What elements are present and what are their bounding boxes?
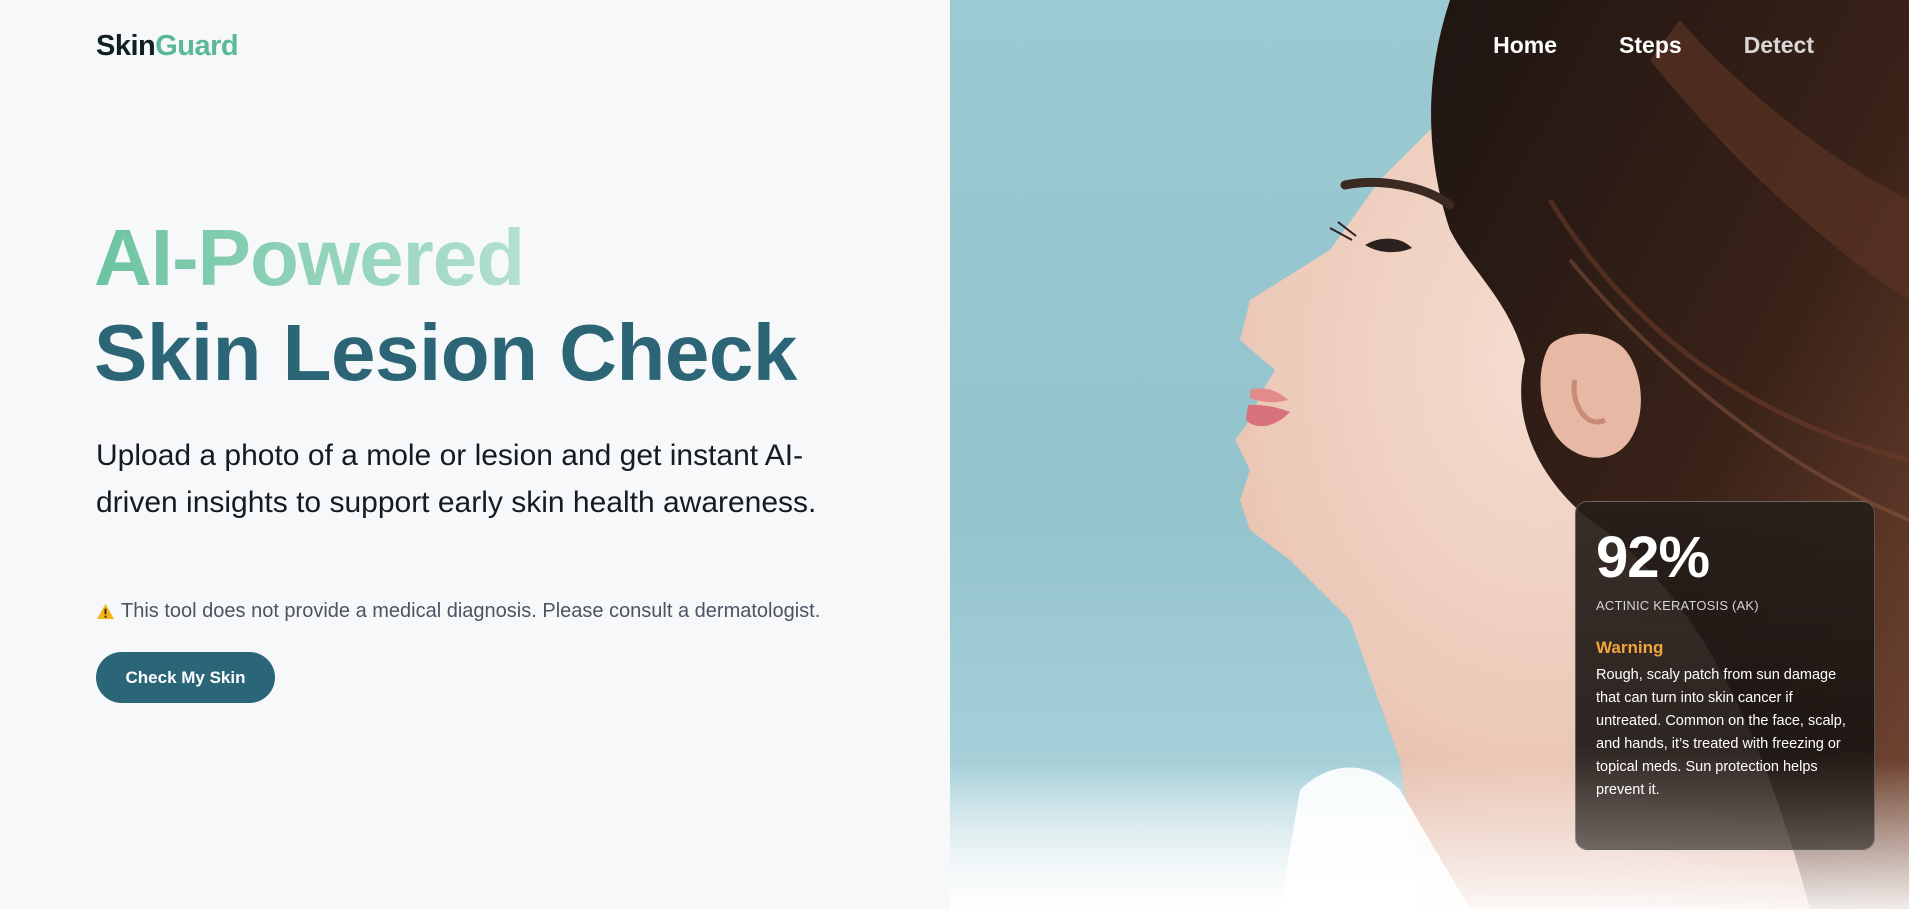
warning-triangle-icon — [97, 603, 114, 620]
hero-section: SkinGuard AI-Powered Skin Lesion Check U… — [0, 0, 950, 909]
disclaimer-text: This tool does not provide a medical dia… — [121, 600, 821, 622]
condition-name: ACTINIC KERATOSIS (AK) — [1596, 598, 1759, 613]
brand-logo[interactable]: SkinGuard — [96, 30, 239, 63]
hero-title-line2: Skin Lesion Check — [94, 308, 797, 397]
hero-title-line1: AI-Powered — [94, 213, 525, 302]
nav-home[interactable]: Home — [1493, 32, 1557, 59]
brand-name-part2: Guard — [155, 30, 239, 62]
brand-name-part1: Skin — [96, 30, 156, 62]
hero-subtitle: Upload a photo of a mole or lesion and g… — [96, 439, 817, 519]
nav-steps[interactable]: Steps — [1619, 32, 1682, 59]
nav-detect[interactable]: Detect — [1744, 32, 1814, 59]
confidence-score: 92% — [1596, 525, 1710, 590]
top-nav: Home Steps Detect — [1493, 32, 1814, 59]
detection-result-card: 92% ACTINIC KERATOSIS (AK) Warning Rough… — [1575, 501, 1875, 850]
severity-level: Warning — [1596, 638, 1664, 657]
condition-description: Rough, scaly patch from sun damage that … — [1596, 667, 1846, 798]
check-my-skin-button[interactable]: Check My Skin — [96, 652, 275, 703]
disclaimer: This tool does not provide a medical dia… — [96, 600, 820, 623]
